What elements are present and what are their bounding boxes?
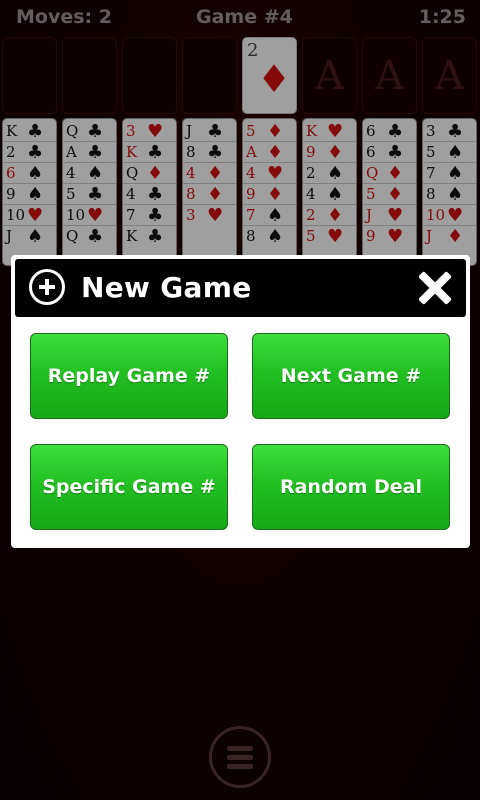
close-icon[interactable] (416, 269, 454, 307)
dialog-title: New Game (81, 271, 252, 304)
menu-bar (227, 764, 253, 769)
random-deal-button[interactable]: Random Deal (252, 444, 450, 530)
new-game-dialog: New Game Replay Game # Next Game # Speci… (11, 255, 470, 548)
menu-button[interactable] (209, 726, 271, 788)
plus-circle-icon (29, 269, 65, 305)
replay-game-button[interactable]: Replay Game # (30, 333, 228, 419)
dialog-titlebar: New Game (15, 259, 466, 317)
menu-bar (227, 746, 253, 751)
menu-bar (227, 755, 253, 760)
next-game-button[interactable]: Next Game # (252, 333, 450, 419)
specific-game-button[interactable]: Specific Game # (30, 444, 228, 530)
